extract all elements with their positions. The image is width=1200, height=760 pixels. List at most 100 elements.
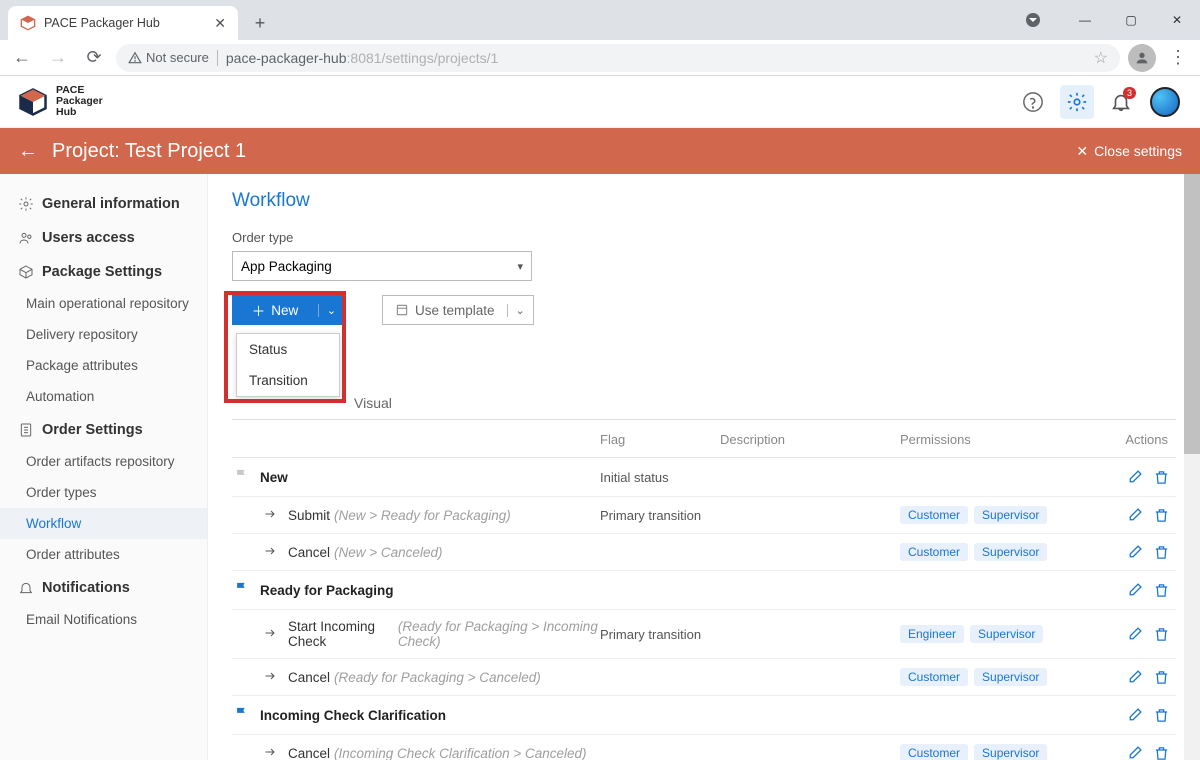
nav-back-icon[interactable]: ← — [8, 44, 36, 72]
nav-reload-icon[interactable]: ⟳ — [80, 44, 108, 72]
sidebar-section-notifications[interactable]: Notifications — [0, 570, 207, 604]
sidebar-label: Users access — [42, 230, 135, 246]
delete-icon[interactable] — [1153, 544, 1170, 561]
status-name: Incoming Check Clarification — [260, 708, 446, 723]
edit-icon[interactable] — [1126, 745, 1143, 760]
tab-close-icon[interactable]: ✕ — [214, 15, 226, 32]
permission-pill: Engineer — [900, 625, 964, 643]
sidebar-section-general[interactable]: General information — [0, 186, 207, 220]
permission-pill: Customer — [900, 543, 968, 561]
url-bar[interactable]: Not secure pace-packager-hub:8081/settin… — [116, 44, 1120, 72]
delete-icon[interactable] — [1153, 582, 1170, 599]
sidebar-label: Package Settings — [42, 264, 162, 280]
edit-icon[interactable] — [1126, 626, 1143, 643]
delete-icon[interactable] — [1153, 745, 1170, 760]
permission-pill: Supervisor — [974, 668, 1047, 686]
transition-path: (Incoming Check Clarification > Canceled… — [334, 746, 587, 760]
col-desc: Description — [720, 432, 900, 447]
edit-icon[interactable] — [1126, 582, 1143, 599]
use-template-split[interactable]: ⌄ — [507, 304, 533, 317]
tab-visual[interactable]: Visual — [350, 387, 396, 419]
permission-pill: Customer — [900, 744, 968, 760]
edit-icon[interactable] — [1126, 507, 1143, 524]
transition-path: (Ready for Packaging > Canceled) — [334, 670, 541, 685]
sidebar-item-email-notif[interactable]: Email Notifications — [0, 604, 207, 635]
window-minimize[interactable]: — — [1062, 0, 1108, 40]
row-flag: Primary transition — [600, 508, 720, 523]
sidebar-section-package[interactable]: Package Settings — [0, 254, 207, 288]
content-scrollbar[interactable] — [1184, 174, 1200, 760]
transition-name: Cancel — [288, 746, 330, 760]
not-secure-warning: Not secure — [128, 50, 209, 65]
dropdown-item-transition[interactable]: Transition — [237, 365, 339, 396]
new-tab-button[interactable]: + — [246, 9, 274, 37]
browser-tab-strip: PACE Packager Hub ✕ + — ▢ ✕ — [0, 0, 1200, 40]
notification-badge: 3 — [1123, 87, 1136, 99]
delete-icon[interactable] — [1153, 707, 1170, 724]
sidebar-item-automation[interactable]: Automation — [0, 381, 207, 412]
new-dropdown: Status Transition — [236, 333, 340, 397]
transition-row: Cancel (New > Canceled)CustomerSuperviso… — [232, 534, 1176, 571]
delete-icon[interactable] — [1153, 507, 1170, 524]
browser-tab[interactable]: PACE Packager Hub ✕ — [8, 6, 238, 40]
page-heading: Workflow — [232, 190, 1176, 212]
dropdown-item-status[interactable]: Status — [237, 334, 339, 365]
user-avatar[interactable] — [1148, 85, 1182, 119]
sidebar-label: Notifications — [42, 580, 130, 596]
sidebar-item-order-attrs[interactable]: Order attributes — [0, 539, 207, 570]
col-flag: Flag — [600, 432, 720, 447]
order-type-select[interactable]: App Packaging ▾ — [232, 251, 532, 281]
flag-icon — [234, 581, 252, 599]
transition-row: Submit (New > Ready for Packaging)Primar… — [232, 497, 1176, 534]
sidebar-item-workflow[interactable]: Workflow — [0, 508, 207, 539]
chrome-profile-icon[interactable] — [1128, 44, 1156, 72]
bookmark-star-icon[interactable]: ☆ — [1094, 48, 1108, 68]
banner-back-icon[interactable]: ← — [18, 140, 38, 163]
edit-icon[interactable] — [1126, 469, 1143, 486]
workflow-table: Flag Description Permissions Actions New… — [232, 420, 1176, 760]
status-row: Ready for Packaging — [232, 571, 1176, 610]
order-type-value: App Packaging — [241, 259, 332, 274]
help-icon[interactable] — [1016, 85, 1050, 119]
sidebar-section-users[interactable]: Users access — [0, 220, 207, 254]
order-type-label: Order type — [232, 230, 1176, 245]
delete-icon[interactable] — [1153, 669, 1170, 686]
status-name: Ready for Packaging — [260, 583, 394, 598]
workflow-toolbar: ＋New ⌄ Status Transition Use template ⌄ — [232, 295, 1176, 325]
delete-icon[interactable] — [1153, 626, 1170, 643]
sidebar-item-main-repo[interactable]: Main operational repository — [0, 288, 207, 319]
use-template-button[interactable]: Use template ⌄ — [382, 295, 534, 325]
sidebar-item-package-attrs[interactable]: Package attributes — [0, 350, 207, 381]
sidebar-item-order-types[interactable]: Order types — [0, 477, 207, 508]
new-button[interactable]: ＋New ⌄ — [232, 295, 344, 325]
scrollbar-thumb[interactable] — [1184, 174, 1200, 454]
transition-row: Cancel (Incoming Check Clarification > C… — [232, 735, 1176, 760]
close-settings-button[interactable]: ✕ Close settings — [1076, 143, 1182, 160]
transition-path: (New > Ready for Packaging) — [334, 508, 511, 523]
sidebar-item-delivery-repo[interactable]: Delivery repository — [0, 319, 207, 350]
col-actions: Actions — [1080, 432, 1176, 447]
sidebar-section-order[interactable]: Order Settings — [0, 412, 207, 446]
settings-icon[interactable] — [1060, 85, 1094, 119]
transition-name: Start Incoming Check — [288, 619, 394, 649]
workflow-tabs: Visual — [232, 387, 1176, 420]
app-header: PACEPackagerHub 3 — [0, 76, 1200, 128]
edit-icon[interactable] — [1126, 669, 1143, 686]
tab-favicon — [20, 15, 36, 31]
delete-icon[interactable] — [1153, 469, 1170, 486]
chrome-menu-icon[interactable]: ⋮ — [1164, 44, 1192, 72]
window-maximize[interactable]: ▢ — [1108, 0, 1154, 40]
app-logo-text: PACEPackagerHub — [56, 85, 103, 118]
chrome-account-icon[interactable] — [1026, 13, 1040, 27]
sidebar-item-artifacts-repo[interactable]: Order artifacts repository — [0, 446, 207, 477]
arrow-icon — [262, 508, 278, 523]
new-button-split[interactable]: ⌄ — [318, 304, 344, 317]
edit-icon[interactable] — [1126, 544, 1143, 561]
notifications-icon[interactable]: 3 — [1104, 85, 1138, 119]
window-controls: — ▢ ✕ — [1062, 0, 1200, 40]
permission-pill: Supervisor — [974, 543, 1047, 561]
edit-icon[interactable] — [1126, 707, 1143, 724]
app-logo[interactable]: PACEPackagerHub — [18, 85, 103, 118]
window-close[interactable]: ✕ — [1154, 0, 1200, 40]
status-row: Incoming Check Clarification — [232, 696, 1176, 735]
